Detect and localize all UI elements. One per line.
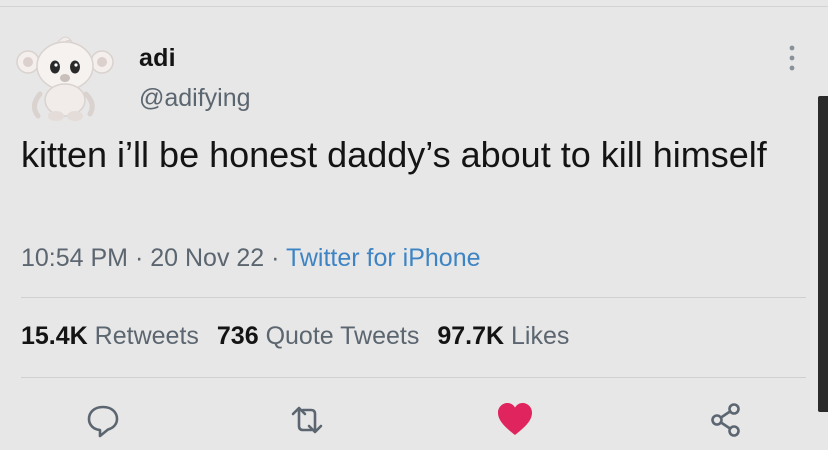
meta-separator: · bbox=[264, 244, 286, 272]
top-divider bbox=[0, 6, 828, 7]
likes-stat[interactable]: 97.7K Likes bbox=[437, 322, 569, 350]
retweet-icon[interactable] bbox=[287, 400, 327, 440]
avatar[interactable] bbox=[16, 34, 114, 122]
tweet-source-link[interactable]: Twitter for iPhone bbox=[286, 244, 481, 272]
likes-label: Likes bbox=[511, 322, 570, 350]
tweet-detail-view: adi @adifying kitten i’ll be honest dadd… bbox=[0, 0, 828, 450]
likes-count: 97.7K bbox=[437, 322, 505, 350]
engagement-stats: 15.4K Retweets 736 Quote Tweets 97.7K Like… bbox=[21, 322, 569, 351]
author-name[interactable]: adi bbox=[139, 44, 176, 73]
author-handle[interactable]: @adifying bbox=[139, 84, 251, 113]
divider bbox=[21, 297, 806, 298]
reply-icon[interactable] bbox=[83, 400, 123, 440]
retweets-count: 15.4K bbox=[21, 322, 88, 350]
share-icon[interactable] bbox=[706, 400, 746, 440]
heart-icon[interactable] bbox=[495, 400, 535, 440]
tweet-time: 10:54 PM bbox=[21, 244, 129, 272]
tweet-meta: 10:54 PM · 20 Nov 22 · Twitter for iPhon… bbox=[21, 244, 481, 273]
quote-tweets-label: Quote Tweets bbox=[265, 322, 420, 350]
retweets-stat[interactable]: 15.4K Retweets bbox=[21, 322, 199, 350]
divider bbox=[21, 377, 806, 378]
more-options-icon[interactable] bbox=[784, 44, 800, 72]
tweet-text: kitten i’ll be honest daddy’s about to k… bbox=[21, 134, 767, 175]
quote-tweets-stat[interactable]: 736 Quote Tweets bbox=[217, 322, 419, 350]
retweets-label: Retweets bbox=[94, 322, 199, 350]
scrollbar[interactable] bbox=[818, 96, 828, 412]
quote-tweets-count: 736 bbox=[216, 322, 259, 350]
meta-separator: · bbox=[128, 244, 151, 272]
tweet-date: 20 Nov 22 bbox=[150, 244, 265, 272]
